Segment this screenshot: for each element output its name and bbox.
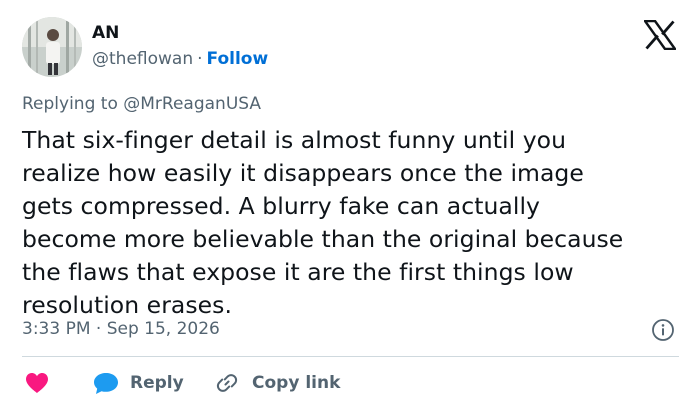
tweet-line: That six-finger detail is almost funny u… xyxy=(22,126,567,154)
tweet-card: AN @theflowan · Follow Replying to @MrReag… xyxy=(0,0,700,410)
reply-button[interactable]: Reply xyxy=(92,367,184,399)
handle-separator: · xyxy=(197,49,203,69)
copy-link-button[interactable]: Copy link xyxy=(214,367,340,399)
tweet-date[interactable]: Sep 15, 2026 xyxy=(107,319,220,339)
info-icon[interactable] xyxy=(651,318,675,342)
reply-prefix: Replying to xyxy=(22,94,118,114)
heart-icon xyxy=(24,371,50,395)
tweet-line: the flaws that expose it are the first t… xyxy=(22,258,574,286)
author-name[interactable]: AN xyxy=(92,22,119,44)
speech-bubble-icon xyxy=(92,370,120,396)
author-handle[interactable]: @theflowan xyxy=(92,49,193,69)
x-logo-icon[interactable] xyxy=(643,19,677,51)
avatar[interactable] xyxy=(22,17,82,77)
tweet-line: realize how easily it disappears once th… xyxy=(22,159,584,187)
like-button[interactable] xyxy=(24,367,50,399)
follow-button[interactable]: Follow xyxy=(207,49,269,69)
tweet-time[interactable]: 3:33 PM xyxy=(22,319,91,339)
divider xyxy=(22,356,679,357)
reply-label: Reply xyxy=(130,373,184,393)
link-icon xyxy=(214,370,240,396)
copy-link-label: Copy link xyxy=(252,373,341,393)
tweet-text: That six-finger detail is almost funny u… xyxy=(22,124,687,322)
action-bar: Reply Copy link xyxy=(0,367,700,399)
timestamp[interactable]: 3:33 PM · Sep 15, 2026 xyxy=(22,318,220,340)
timestamp-separator: · xyxy=(95,319,102,339)
reply-context: Replying to @MrReaganUSA xyxy=(22,93,261,115)
author-handle-row: @theflowan · Follow xyxy=(92,48,268,70)
reply-mention-link[interactable]: @MrReaganUSA xyxy=(123,94,261,114)
tweet-line: gets compressed. A blurry fake can actua… xyxy=(22,192,540,220)
tweet-line: become more believable than the original… xyxy=(22,225,624,253)
